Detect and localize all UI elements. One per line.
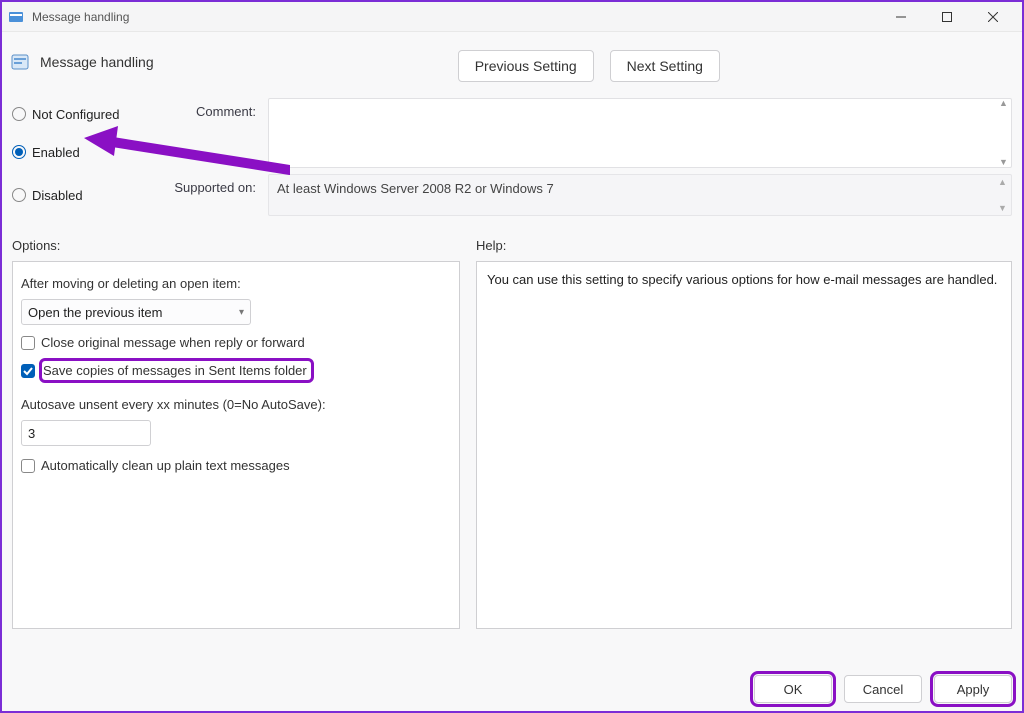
radio-indicator [12,145,26,159]
options-panel: After moving or deleting an open item: O… [12,261,460,629]
checkbox-indicator [21,459,35,473]
chevron-down-icon: ▾ [239,307,244,318]
radio-enabled[interactable]: Enabled [12,139,152,166]
save-sent-checkbox[interactable]: Save copies of messages in Sent Items fo… [21,354,451,387]
help-panel: You can use this setting to specify vari… [476,261,1012,629]
help-section-label: Help: [476,238,506,253]
radio-not-configured[interactable]: Not Configured [12,101,152,128]
checkbox-label: Automatically clean up plain text messag… [41,458,290,473]
after-move-label: After moving or deleting an open item: [21,272,451,295]
checkbox-label: Save copies of messages in Sent Items fo… [43,363,307,378]
options-section-label: Options: [12,238,460,253]
window-maximize-button[interactable] [924,2,970,32]
apply-button[interactable]: Apply [934,675,1012,703]
titlebar: Message handling [2,2,1022,32]
checkbox-indicator [21,336,35,350]
ok-button[interactable]: OK [754,675,832,703]
radio-indicator [12,107,26,121]
spin-down-icon[interactable]: ▼ [998,203,1008,213]
radio-indicator [12,188,26,202]
radio-disabled[interactable]: Disabled [12,182,152,209]
window-title: Message handling [32,10,129,24]
comment-textarea[interactable]: ▲▼ [268,98,1012,168]
previous-setting-button[interactable]: Previous Setting [458,50,594,82]
next-setting-button[interactable]: Next Setting [610,50,720,82]
window-minimize-button[interactable] [878,2,924,32]
supported-on-label: Supported on: [160,174,260,195]
radio-label: Enabled [32,145,80,160]
save-sent-highlight: Save copies of messages in Sent Items fo… [39,358,314,383]
app-icon [8,9,24,25]
cancel-button[interactable]: Cancel [844,675,922,703]
close-original-checkbox[interactable]: Close original message when reply or for… [21,331,451,354]
auto-cleanup-checkbox[interactable]: Automatically clean up plain text messag… [21,454,451,477]
combo-value: Open the previous item [28,305,162,320]
radio-label: Disabled [32,188,83,203]
spin-down-icon[interactable]: ▼ [999,158,1009,167]
spin-up-icon[interactable]: ▲ [999,99,1009,108]
comment-label: Comment: [160,98,260,119]
window-close-button[interactable] [970,2,1016,32]
setting-icon [10,52,30,72]
spin-up-icon[interactable]: ▲ [998,177,1008,187]
radio-label: Not Configured [32,107,119,122]
help-text: You can use this setting to specify vari… [487,272,1001,287]
checkbox-indicator [21,364,35,378]
autosave-label: Autosave unsent every xx minutes (0=No A… [21,393,451,416]
autosave-input[interactable]: 3 [21,420,151,446]
supported-on-text: At least Windows Server 2008 R2 or Windo… [268,174,1012,216]
after-move-combo[interactable]: Open the previous item ▾ [21,299,251,325]
header-title: Message handling [40,54,154,70]
checkbox-label: Close original message when reply or for… [41,335,305,350]
